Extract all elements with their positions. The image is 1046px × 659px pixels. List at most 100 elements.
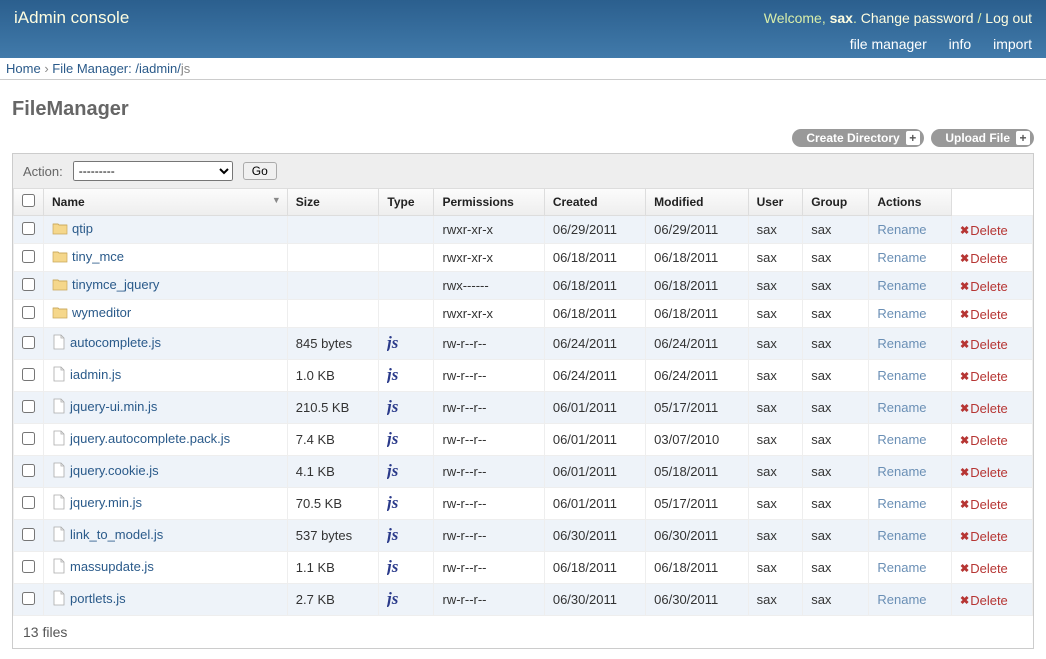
cell-perm: rw-r--r--	[434, 488, 544, 520]
delete-link[interactable]: ✖Delete	[960, 497, 1008, 512]
file-name-link[interactable]: iadmin.js	[70, 367, 121, 382]
cell-user: sax	[748, 456, 803, 488]
file-name-link[interactable]: tinymce_jquery	[72, 277, 159, 292]
row-checkbox[interactable]	[22, 528, 35, 541]
row-checkbox[interactable]	[22, 432, 35, 445]
file-name-link[interactable]: qtip	[72, 221, 93, 236]
breadcrumb-home[interactable]: Home	[6, 61, 41, 76]
action-select[interactable]: ---------	[73, 161, 233, 181]
svg-text:js: js	[387, 493, 399, 511]
col-name[interactable]: Name▼	[44, 189, 288, 216]
rename-link[interactable]: Rename	[877, 222, 926, 237]
rename-link[interactable]: Rename	[877, 464, 926, 479]
cell-modified: 05/17/2011	[646, 488, 749, 520]
cell-actions: Rename	[869, 584, 952, 616]
rename-link[interactable]: Rename	[877, 528, 926, 543]
col-created[interactable]: Created	[544, 189, 645, 216]
cell-user: sax	[748, 552, 803, 584]
nav-info[interactable]: info	[949, 36, 972, 52]
row-checkbox[interactable]	[22, 278, 35, 291]
js-icon: js	[387, 467, 409, 482]
file-name-link[interactable]: link_to_model.js	[70, 527, 163, 542]
rename-link[interactable]: Rename	[877, 400, 926, 415]
rename-link[interactable]: Rename	[877, 306, 926, 321]
file-name-link[interactable]: jquery.autocomplete.pack.js	[70, 431, 230, 446]
select-all-checkbox[interactable]	[22, 194, 35, 207]
table-row: jquery.cookie.js4.1 KBjsrw-r--r--06/01/2…	[14, 456, 1033, 488]
file-name-link[interactable]: autocomplete.js	[70, 335, 161, 350]
cell-type: js	[379, 360, 434, 392]
cell-modified: 06/29/2011	[646, 216, 749, 244]
file-name-link[interactable]: jquery.min.js	[70, 495, 142, 510]
file-icon	[52, 526, 66, 545]
change-password-link[interactable]: Change password	[861, 10, 974, 26]
row-checkbox[interactable]	[22, 592, 35, 605]
col-size[interactable]: Size	[287, 189, 379, 216]
file-icon	[52, 398, 66, 417]
rename-link[interactable]: Rename	[877, 432, 926, 447]
delete-x-icon: ✖	[960, 280, 969, 293]
rename-link[interactable]: Rename	[877, 496, 926, 511]
cell-created: 06/24/2011	[544, 328, 645, 360]
file-name-link[interactable]: tiny_mce	[72, 249, 124, 264]
cell-user: sax	[748, 272, 803, 300]
table-row: wymeditorrwxr-xr-x06/18/201106/18/2011sa…	[14, 300, 1033, 328]
cell-size	[287, 272, 379, 300]
upload-file-button[interactable]: Upload File +	[931, 129, 1034, 147]
create-directory-button[interactable]: Create Directory +	[792, 129, 923, 147]
file-name-link[interactable]: wymeditor	[72, 305, 131, 320]
row-checkbox[interactable]	[22, 464, 35, 477]
delete-x-icon: ✖	[960, 530, 969, 543]
delete-link[interactable]: ✖Delete	[960, 433, 1008, 448]
delete-link[interactable]: ✖Delete	[960, 251, 1008, 266]
rename-link[interactable]: Rename	[877, 592, 926, 607]
rename-link[interactable]: Rename	[877, 560, 926, 575]
logout-link[interactable]: Log out	[985, 10, 1032, 26]
delete-link[interactable]: ✖Delete	[960, 307, 1008, 322]
delete-link[interactable]: ✖Delete	[960, 223, 1008, 238]
cell-modified: 06/18/2011	[646, 272, 749, 300]
delete-link[interactable]: ✖Delete	[960, 529, 1008, 544]
nav-file-manager[interactable]: file manager	[850, 36, 927, 52]
cell-perm: rwxr-xr-x	[434, 216, 544, 244]
delete-link[interactable]: ✖Delete	[960, 465, 1008, 480]
rename-link[interactable]: Rename	[877, 250, 926, 265]
cell-user: sax	[748, 488, 803, 520]
delete-link[interactable]: ✖Delete	[960, 561, 1008, 576]
col-permissions[interactable]: Permissions	[434, 189, 544, 216]
file-name-link[interactable]: jquery.cookie.js	[70, 463, 159, 478]
row-checkbox[interactable]	[22, 250, 35, 263]
svg-text:js: js	[387, 397, 399, 415]
delete-link[interactable]: ✖Delete	[960, 369, 1008, 384]
col-user[interactable]: User	[748, 189, 803, 216]
cell-delete: ✖Delete	[951, 300, 1032, 328]
row-checkbox[interactable]	[22, 222, 35, 235]
file-name-link[interactable]: portlets.js	[70, 591, 126, 606]
col-group[interactable]: Group	[803, 189, 869, 216]
rename-link[interactable]: Rename	[877, 278, 926, 293]
delete-link[interactable]: ✖Delete	[960, 279, 1008, 294]
rename-link[interactable]: Rename	[877, 368, 926, 383]
nav-import[interactable]: import	[993, 36, 1032, 52]
row-checkbox[interactable]	[22, 306, 35, 319]
file-name-link[interactable]: massupdate.js	[70, 559, 154, 574]
breadcrumb-fm[interactable]: File Manager: /iadmin/	[52, 61, 181, 76]
go-button[interactable]: Go	[243, 162, 277, 180]
row-checkbox[interactable]	[22, 400, 35, 413]
row-checkbox[interactable]	[22, 496, 35, 509]
cell-size: 1.0 KB	[287, 360, 379, 392]
delete-link[interactable]: ✖Delete	[960, 401, 1008, 416]
row-checkbox[interactable]	[22, 336, 35, 349]
cell-created: 06/24/2011	[544, 360, 645, 392]
rename-link[interactable]: Rename	[877, 336, 926, 351]
cell-perm: rw-r--r--	[434, 392, 544, 424]
col-modified[interactable]: Modified	[646, 189, 749, 216]
table-row: iadmin.js1.0 KBjsrw-r--r--06/24/201106/2…	[14, 360, 1033, 392]
delete-link[interactable]: ✖Delete	[960, 337, 1008, 352]
delete-link[interactable]: ✖Delete	[960, 593, 1008, 608]
row-checkbox[interactable]	[22, 368, 35, 381]
row-checkbox[interactable]	[22, 560, 35, 573]
cell-type: js	[379, 488, 434, 520]
col-type[interactable]: Type	[379, 189, 434, 216]
file-name-link[interactable]: jquery-ui.min.js	[70, 399, 157, 414]
